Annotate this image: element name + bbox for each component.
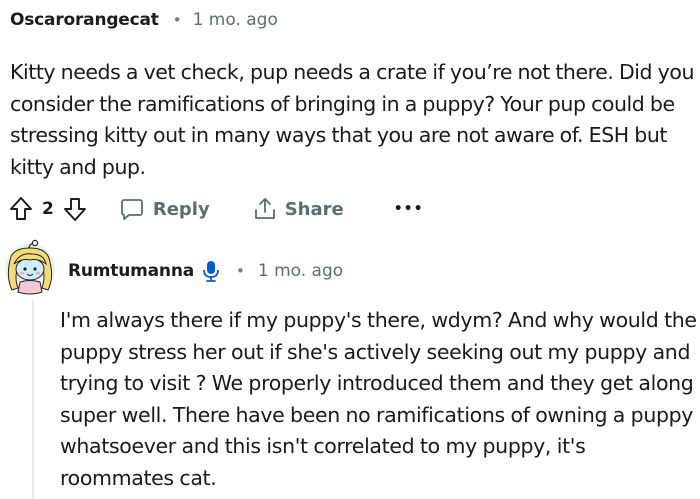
comment2-timestamp[interactable]: 1 mo. ago (258, 261, 343, 281)
share-icon (254, 198, 275, 219)
thread-line[interactable] (32, 300, 34, 499)
meta-separator: • (236, 262, 245, 280)
meta-separator: • (172, 11, 182, 29)
microphone-icon (202, 260, 220, 282)
more-options-button[interactable]: ••• (394, 201, 424, 217)
comment1-header: Oscarorangecat • 1 mo. ago (10, 8, 278, 32)
comment1-body: Kitty needs a vet check, pup needs a cra… (10, 60, 694, 179)
snoo-avatar-icon (5, 239, 55, 295)
upvote-icon[interactable] (8, 195, 34, 223)
share-button[interactable]: Share (254, 197, 344, 221)
share-label: Share (284, 198, 344, 220)
comment1-author[interactable]: Oscarorangecat (10, 10, 159, 30)
comment1-action-bar: 2 Reply Share ••• (8, 193, 424, 225)
comment2-body: I'm always there if my puppy's there, wd… (60, 308, 697, 490)
comment1-timestamp[interactable]: 1 mo. ago (193, 10, 278, 30)
reply-button[interactable]: Reply (120, 197, 210, 221)
comment2-author[interactable]: Rumtumanna (68, 261, 194, 281)
chat-bubble-icon (120, 199, 143, 220)
vote-count: 2 (42, 199, 54, 219)
downvote-icon[interactable] (62, 195, 88, 223)
reply-label: Reply (152, 198, 210, 220)
avatar[interactable] (2, 238, 58, 296)
comment2-header: Rumtumanna • 1 mo. ago (68, 258, 343, 284)
